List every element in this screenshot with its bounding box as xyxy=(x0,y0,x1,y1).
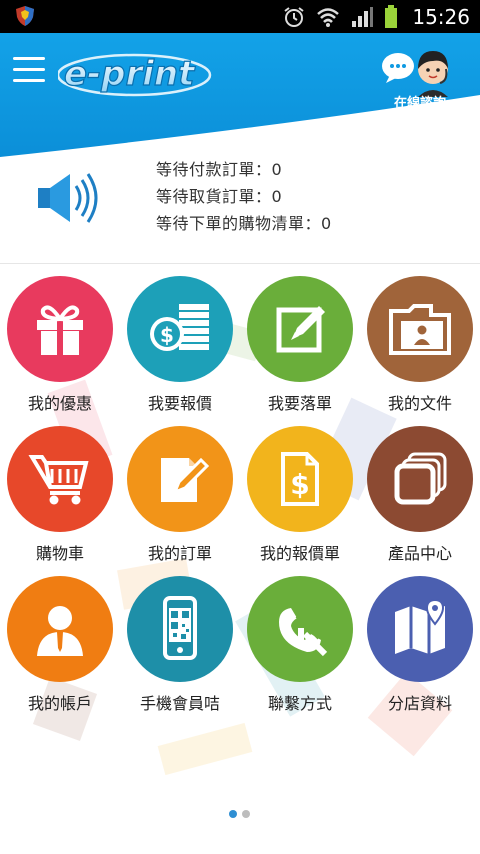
app-header: e-print 在線諮詢 xyxy=(0,33,480,157)
menu-label: 手機會員咭 xyxy=(139,694,220,713)
phone-icon xyxy=(247,576,353,682)
menu-item-my-offers[interactable]: 我的優惠 xyxy=(0,276,120,424)
menu-label: 產品中心 xyxy=(387,544,452,563)
menu-label: 我要報價 xyxy=(147,394,212,413)
consult-label[interactable]: 在線諮詢 xyxy=(382,92,458,111)
clock-text: 15:26 xyxy=(412,4,470,29)
menu-label: 分店資料 xyxy=(387,694,452,713)
quote-icon: $ xyxy=(247,426,353,532)
order-notice: 等待付款訂單：0 等待取貨訂單：0 等待下單的購物清單：0 xyxy=(0,150,480,264)
speaker-icon xyxy=(38,173,98,223)
menu-label: 我的優惠 xyxy=(27,394,92,413)
eprint-logo: e-print xyxy=(58,53,212,97)
gift-icon xyxy=(7,276,113,382)
status-bar: 15:26 xyxy=(0,0,480,33)
menu-item-shopping-cart[interactable]: 購物車 xyxy=(0,426,120,574)
menu-item-product-center[interactable]: 產品中心 xyxy=(360,426,480,574)
pending-cart-text: 等待下單的購物清單：0 xyxy=(156,214,332,233)
page-dot-active[interactable] xyxy=(229,810,237,818)
map-icon xyxy=(367,576,473,682)
menu-item-my-documents[interactable]: 我的文件 xyxy=(360,276,480,424)
alarm-icon xyxy=(284,6,304,27)
shield-app-icon xyxy=(16,6,34,26)
svg-text:$: $ xyxy=(160,323,174,347)
menu-item-branch-info[interactable]: 分店資料 xyxy=(360,576,480,724)
menu-item-my-account[interactable]: 我的帳戶 xyxy=(0,576,120,724)
stack-icon xyxy=(367,426,473,532)
menu-label: 購物車 xyxy=(35,544,84,563)
menu-item-contact[interactable]: 聯繫方式 xyxy=(240,576,360,724)
user-icon xyxy=(7,576,113,682)
menu-item-place-order[interactable]: 我要落單 xyxy=(240,276,360,424)
svg-text:$: $ xyxy=(290,468,309,501)
page-dot[interactable] xyxy=(242,810,250,818)
qr-phone-icon xyxy=(127,576,233,682)
battery-icon xyxy=(385,4,398,28)
menu-item-mobile-member-card[interactable]: 手機會員咭 xyxy=(120,576,240,724)
pending-pickup-text: 等待取貨訂單：0 xyxy=(156,187,283,206)
edit-icon xyxy=(247,276,353,382)
menu-item-my-orders[interactable]: 我的訂單 xyxy=(120,426,240,574)
menu-label: 我要落單 xyxy=(267,394,332,413)
menu-label: 我的報價單 xyxy=(259,544,340,563)
wifi-icon xyxy=(317,7,340,27)
menu-label: 我的文件 xyxy=(387,394,452,413)
order-icon xyxy=(127,426,233,532)
menu-item-my-quotes[interactable]: $ 我的報價單 xyxy=(240,426,360,574)
signal-icon xyxy=(352,6,374,27)
svg-text:e-print: e-print xyxy=(64,54,196,94)
menu-label: 聯繫方式 xyxy=(267,694,332,713)
menu-label: 我的訂單 xyxy=(147,544,212,563)
menu-item-request-quote[interactable]: $ 我要報價 xyxy=(120,276,240,424)
cart-icon xyxy=(7,426,113,532)
folder-icon xyxy=(367,276,473,382)
menu-icon[interactable] xyxy=(13,57,45,85)
coins-icon: $ xyxy=(127,276,233,382)
menu-label: 我的帳戶 xyxy=(27,694,92,713)
pending-payment-text: 等待付款訂單：0 xyxy=(156,160,283,179)
page-indicator xyxy=(229,810,250,818)
